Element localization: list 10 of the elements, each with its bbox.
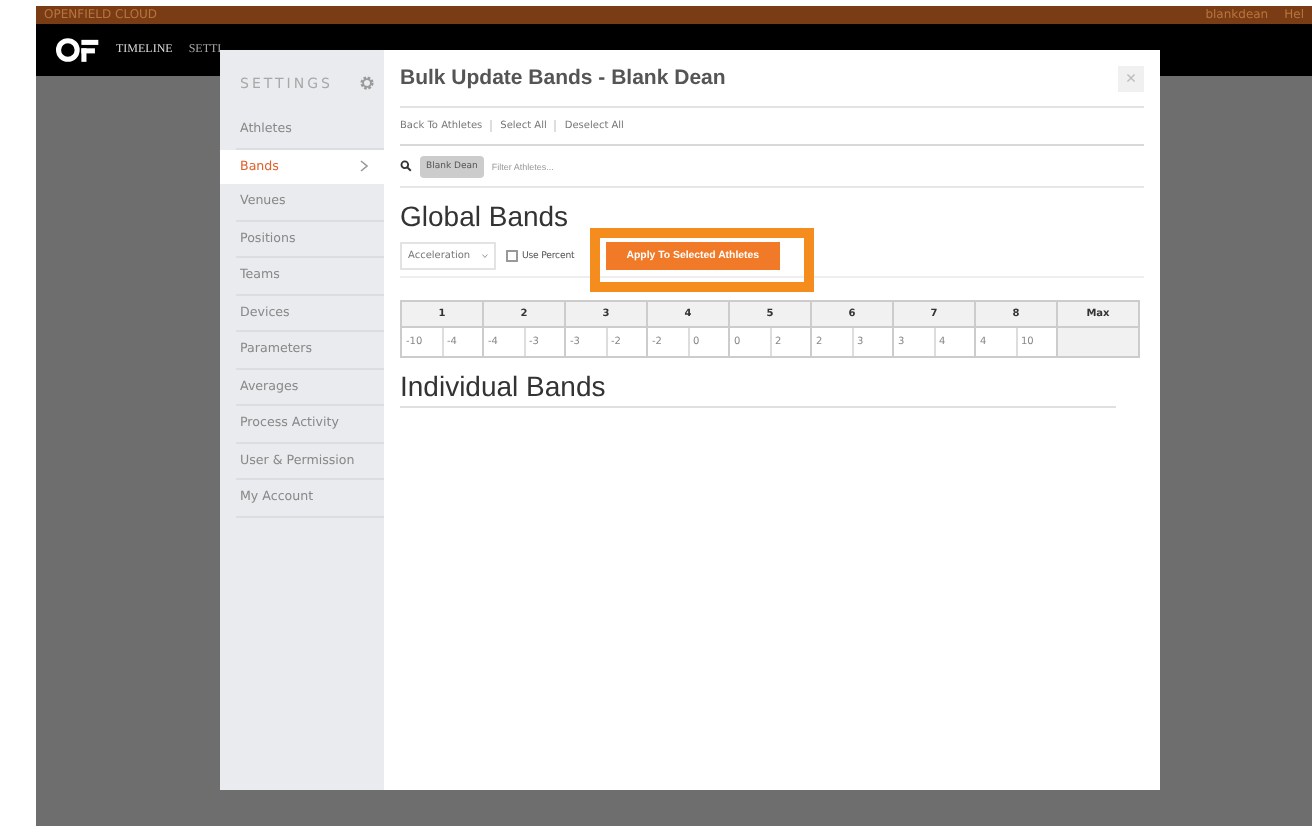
section-heading: Individual Bands xyxy=(400,370,1116,408)
chevron-icon xyxy=(360,160,368,173)
logo-icon[interactable] xyxy=(56,36,100,64)
settings-icon xyxy=(358,74,376,92)
caret-icon xyxy=(482,252,488,260)
modal-title: Bulk Update Bands - Blank Dean xyxy=(400,66,726,90)
search-icon xyxy=(400,160,412,172)
section-heading: Global Bands xyxy=(400,200,571,232)
empty-cell xyxy=(1058,328,1138,356)
checkbox[interactable] xyxy=(506,250,518,262)
